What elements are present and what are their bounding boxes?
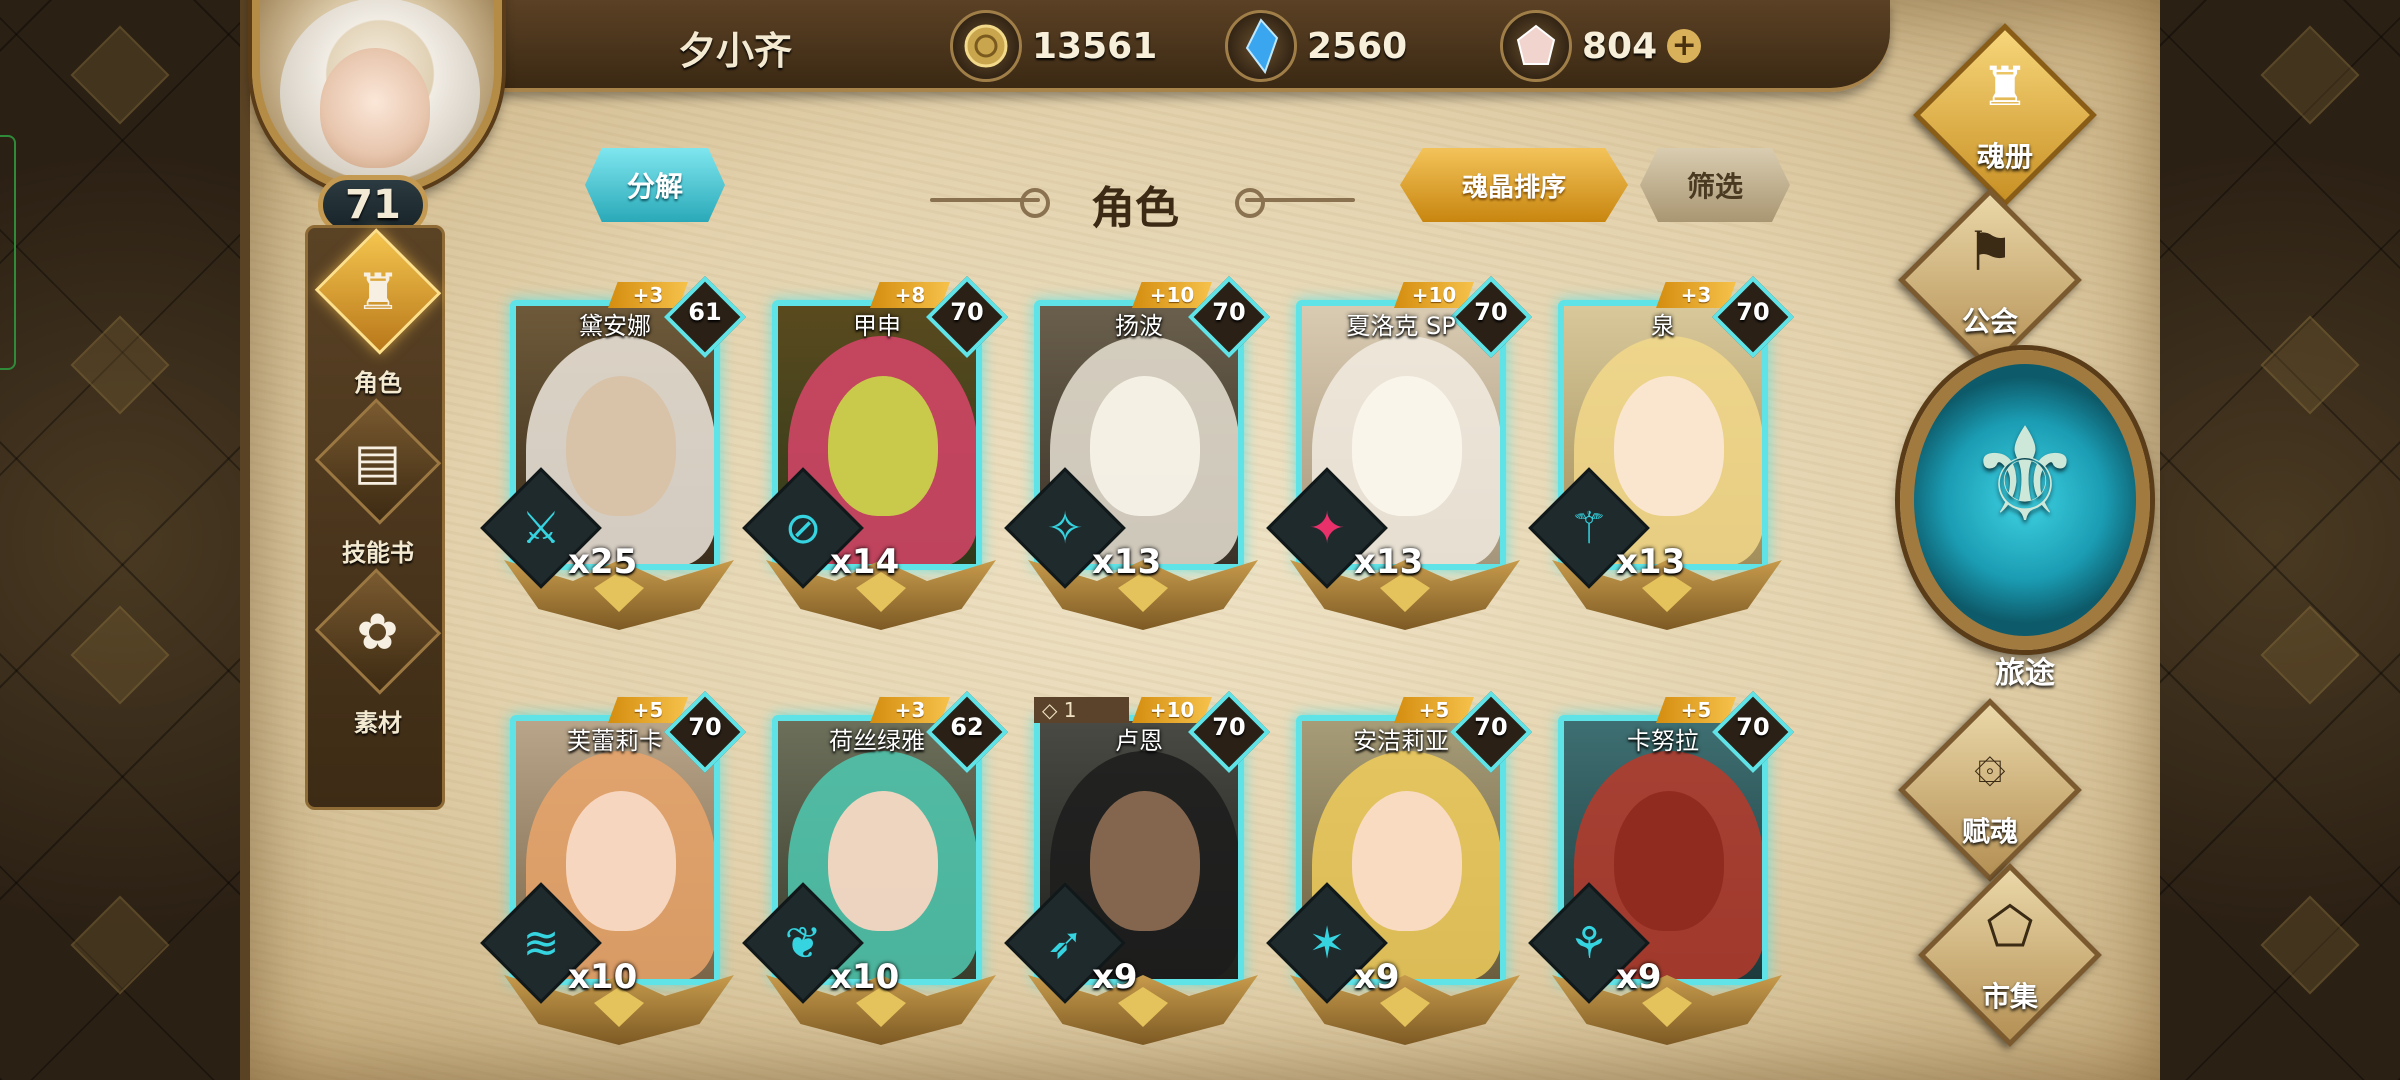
avatar <box>252 0 502 195</box>
journey-button[interactable]: ⚜ 旅途 <box>1900 350 2150 691</box>
decor-diamond <box>2260 605 2360 705</box>
character-card[interactable]: +10 70 扬波 ✧ x13 <box>1004 275 1271 636</box>
card-count: x10 <box>830 957 900 997</box>
nav-label: 技能书 <box>342 539 414 567</box>
flame-icon: ۞ <box>1974 730 2006 793</box>
sort-button[interactable]: 魂晶排序 <box>1400 148 1628 222</box>
gold-value: 13561 <box>1032 25 1158 67</box>
decor-diamond <box>2260 895 2360 995</box>
card-count: x10 <box>568 957 638 997</box>
card-name: 荷丝绿雅 <box>829 727 925 755</box>
soul-book-button[interactable]: ♜ 魂册 <box>1900 23 2100 220</box>
card-count: x9 <box>1354 957 1400 997</box>
player-avatar[interactable]: 71 <box>240 0 520 235</box>
card-count: x13 <box>1092 542 1162 582</box>
card-name: 扬波 <box>1115 312 1163 340</box>
crystal-value: 2560 <box>1307 25 1408 67</box>
guild-icon: ⚑ <box>1965 220 2015 283</box>
gold-coin-icon <box>950 10 1022 82</box>
left-background <box>0 0 245 1080</box>
menu-label: 魂册 <box>1976 140 2033 173</box>
player-name: 夕小齐 <box>677 29 792 73</box>
character-card[interactable]: +5 70 安洁莉亚 ✶ x9 <box>1266 690 1533 1051</box>
journey-icon: ⚜ <box>1966 399 2084 551</box>
blue-crystal-icon <box>1225 10 1297 82</box>
menu-label: 旅途 <box>1995 656 2055 691</box>
nav-diamond: ▤ <box>314 398 442 525</box>
nav-item-material[interactable]: ✿ 素材 <box>308 568 448 738</box>
card-count: x25 <box>568 542 638 582</box>
edge-indicator <box>0 135 16 370</box>
soul-grant-button[interactable]: ۞ 赋魂 <box>1885 698 2085 895</box>
pentagon-icon: ⬠ <box>1986 895 2034 958</box>
filter-button[interactable]: 筛选 <box>1640 148 1790 222</box>
pink-gem-icon <box>1500 10 1572 82</box>
currency-gold: 13561 <box>950 10 1157 82</box>
decor-diamond <box>2260 315 2360 415</box>
card-count: x13 <box>1354 542 1424 582</box>
page-title: 角色 <box>1091 183 1179 234</box>
skill-book-icon: ▤ <box>354 432 402 491</box>
card-count: x9 <box>1616 957 1662 997</box>
card-name: 夏洛克 SP <box>1346 312 1456 340</box>
character-card[interactable]: +3 62 荷丝绿雅 ❦ x10 <box>742 690 1009 1051</box>
helmet-icon: ♜ <box>1980 55 2030 118</box>
card-name: 芙蕾莉卡 <box>567 727 663 755</box>
currency-crystal: 2560 <box>1225 10 1407 82</box>
decompose-button[interactable]: 分解 <box>585 148 725 222</box>
add-gem-button[interactable]: + <box>1667 29 1702 63</box>
nav-item-skill-book[interactable]: ▤ 技能书 <box>308 398 448 568</box>
decor-diamond <box>70 315 170 415</box>
card-extra-badge: ◇ 1 <box>1034 697 1129 723</box>
decor-diamond <box>2260 25 2360 125</box>
decor-diamond <box>70 605 170 705</box>
nav-label: 素材 <box>354 709 402 737</box>
material-icon: ✿ <box>357 602 399 661</box>
character-card[interactable]: ◇ 1 +10 70 卢恩 ➶ x9 <box>1004 690 1271 1051</box>
nav-diamond: ✿ <box>314 568 442 695</box>
currency-gem: 804 + <box>1500 10 1702 82</box>
character-card[interactable]: +5 70 卡努拉 ⚘ x9 <box>1528 690 1795 1051</box>
card-name: 黛安娜 <box>579 312 651 340</box>
card-name: 卡努拉 <box>1627 727 1699 755</box>
left-nav: ♜ 角色 ▤ 技能书 ✿ 素材 <box>305 225 445 810</box>
character-card[interactable]: +3 61 黛安娜 ⚔ x25 <box>480 275 747 636</box>
nav-item-character[interactable]: ♜ 角色 <box>308 228 448 398</box>
menu-label: 赋魂 <box>1961 815 2018 848</box>
card-name: 甲申 <box>853 312 901 340</box>
market-button[interactable]: ⬠ 市集 <box>1905 863 2105 1060</box>
decor-diamond <box>70 895 170 995</box>
nav-diamond: ♜ <box>314 228 442 355</box>
character-card[interactable]: +10 70 夏洛克 SP ✦ x13 <box>1266 275 1533 636</box>
character-icon: ♜ <box>355 262 401 321</box>
menu-label: 公会 <box>1961 305 2018 338</box>
decor-diamond <box>70 25 170 125</box>
card-count: x9 <box>1092 957 1138 997</box>
character-card[interactable]: +8 70 甲申 ⊘ x14 <box>742 275 1009 636</box>
card-name: 卢恩 <box>1115 727 1163 755</box>
card-name: 安洁莉亚 <box>1353 727 1449 755</box>
right-background <box>2150 0 2400 1080</box>
character-card[interactable]: +5 70 芙蕾莉卡 ≋ x10 <box>480 690 747 1051</box>
title-flourish-left <box>930 188 1050 218</box>
avatar-face <box>320 48 430 168</box>
title-flourish-right <box>1235 188 1355 218</box>
nav-label: 角色 <box>354 369 402 397</box>
gem-value: 804 <box>1582 25 1658 67</box>
menu-label: 市集 <box>1981 980 2038 1013</box>
card-name: 泉 <box>1651 312 1675 340</box>
character-card[interactable]: +3 70 泉 ⚚ x13 <box>1528 275 1795 636</box>
card-count: x13 <box>1616 542 1686 582</box>
card-count: x14 <box>830 542 900 582</box>
